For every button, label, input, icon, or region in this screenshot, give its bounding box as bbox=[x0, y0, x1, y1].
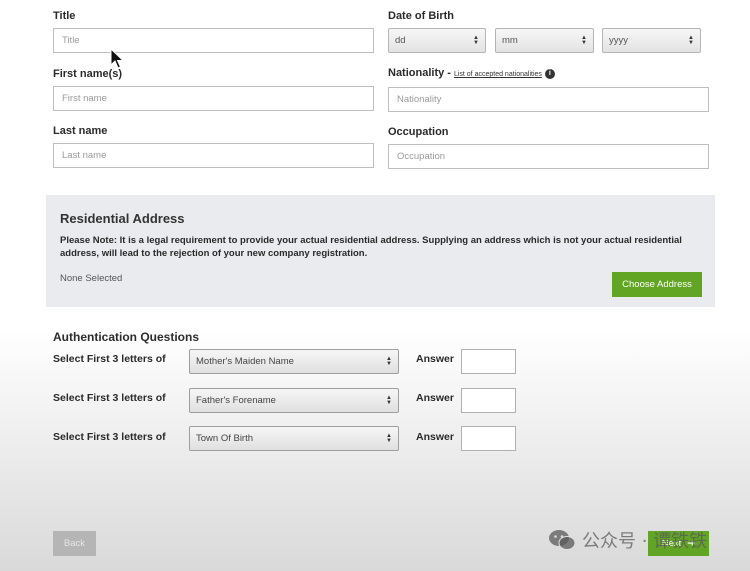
accepted-nationalities-link[interactable]: List of accepted nationalities bbox=[454, 71, 542, 78]
title-input[interactable]: Title bbox=[53, 28, 374, 53]
question-2-label: Select First 3 letters of bbox=[53, 392, 166, 404]
auth-questions-heading: Authentication Questions bbox=[53, 330, 200, 344]
answer-2-input[interactable] bbox=[461, 388, 516, 413]
dob-day-value: dd bbox=[395, 35, 406, 46]
select-arrows-icon: ▲ ▼ bbox=[386, 394, 392, 406]
question-1-value: Mother's Maiden Name bbox=[196, 356, 294, 367]
question-3-label: Select First 3 letters of bbox=[53, 431, 166, 443]
last-name-input[interactable]: Last name bbox=[53, 143, 374, 168]
address-status: None Selected bbox=[60, 273, 123, 284]
address-legal-note: Please Note: It is a legal requirement t… bbox=[60, 235, 682, 259]
answer-3-label: Answer bbox=[416, 431, 454, 443]
question-1-label: Select First 3 letters of bbox=[53, 353, 166, 365]
question-3-select[interactable]: Town Of Birth ▲ ▼ bbox=[189, 426, 399, 451]
nationality-label-row: Nationality - List of accepted nationalit… bbox=[388, 67, 555, 79]
answer-2-label: Answer bbox=[416, 392, 454, 404]
title-label: Title bbox=[53, 10, 76, 22]
wechat-icon bbox=[549, 530, 576, 550]
dob-day-select[interactable]: dd ▲ ▼ bbox=[388, 28, 486, 53]
dob-year-select[interactable]: yyyy ▲ ▼ bbox=[602, 28, 701, 53]
question-2-value: Father's Forename bbox=[196, 395, 276, 406]
select-arrows-icon: ▲ ▼ bbox=[688, 34, 694, 46]
dob-year-value: yyyy bbox=[609, 35, 628, 46]
answer-3-input[interactable] bbox=[461, 426, 516, 451]
nationality-input[interactable]: Nationality bbox=[388, 87, 709, 112]
watermark: 公众号 · 谭铁铁 bbox=[548, 527, 707, 553]
first-name-placeholder: First name bbox=[62, 93, 107, 104]
back-button[interactable]: Back bbox=[53, 531, 96, 556]
question-2-select[interactable]: Father's Forename ▲ ▼ bbox=[189, 388, 399, 413]
answer-1-input[interactable] bbox=[461, 349, 516, 374]
answer-1-label: Answer bbox=[416, 353, 454, 365]
mouse-cursor-icon bbox=[110, 48, 124, 69]
dob-label: Date of Birth bbox=[388, 10, 454, 22]
first-name-input[interactable]: First name bbox=[53, 86, 374, 111]
nationality-label: Nationality - bbox=[388, 67, 451, 79]
select-arrows-icon: ▲ ▼ bbox=[473, 34, 479, 46]
question-3-value: Town Of Birth bbox=[196, 433, 254, 444]
occupation-placeholder: Occupation bbox=[397, 151, 446, 162]
residential-address-heading: Residential Address bbox=[60, 211, 185, 226]
choose-address-button[interactable]: Choose Address bbox=[612, 272, 702, 297]
nationality-placeholder: Nationality bbox=[397, 94, 442, 105]
select-arrows-icon: ▲ ▼ bbox=[581, 34, 587, 46]
title-placeholder: Title bbox=[62, 35, 80, 46]
question-1-select[interactable]: Mother's Maiden Name ▲ ▼ bbox=[189, 349, 399, 374]
last-name-label: Last name bbox=[53, 125, 108, 137]
select-arrows-icon: ▲ ▼ bbox=[386, 432, 392, 444]
last-name-placeholder: Last name bbox=[62, 150, 107, 161]
watermark-text: 公众号 · 谭铁铁 bbox=[582, 531, 708, 552]
occupation-label: Occupation bbox=[388, 126, 449, 138]
select-arrows-icon: ▲ ▼ bbox=[386, 355, 392, 367]
dob-month-value: mm bbox=[502, 35, 518, 46]
dob-month-select[interactable]: mm ▲ ▼ bbox=[495, 28, 594, 53]
occupation-input[interactable]: Occupation bbox=[388, 144, 709, 169]
info-icon[interactable]: i bbox=[544, 68, 555, 79]
